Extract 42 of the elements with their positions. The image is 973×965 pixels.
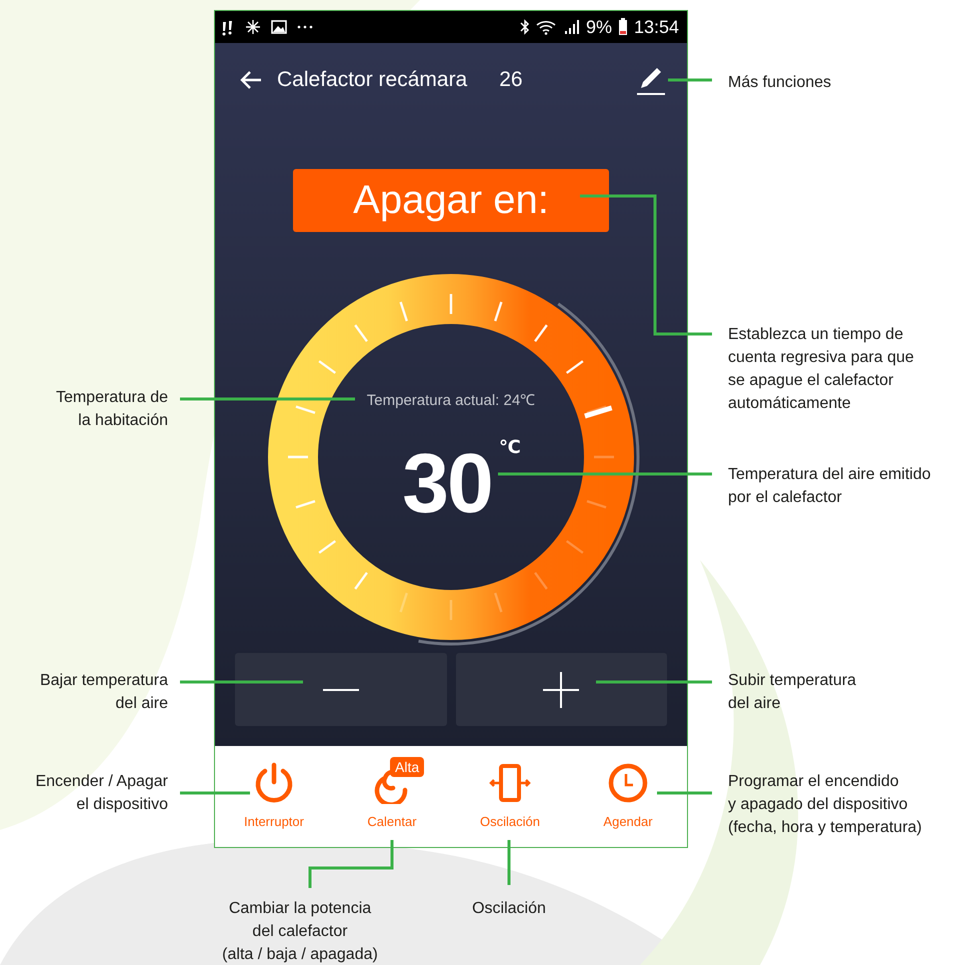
nav-item[interactable]: Interruptor — [215, 746, 333, 847]
increase-button[interactable] — [456, 653, 667, 726]
device-number: 26 — [499, 68, 523, 92]
nav-item[interactable]: Alta Calentar — [333, 746, 451, 847]
leader-line — [668, 78, 712, 82]
bluetooth-icon — [520, 19, 530, 35]
asterisk-icon — [245, 19, 261, 35]
annotation-text: Subir temperatura del aire — [728, 671, 856, 714]
oscillation-icon — [489, 762, 531, 804]
battery-icon — [618, 18, 628, 36]
image-icon — [271, 20, 287, 34]
annotation-text: Encender / Apagar el dispositivo — [35, 772, 168, 815]
temperature-dial-ring[interactable] — [268, 274, 640, 646]
annotation-text: Oscilación — [472, 899, 546, 919]
timer-button[interactable]: Apagar en: — [293, 169, 609, 232]
annotation-text: Bajar temperatura del aire — [40, 671, 168, 714]
wifi-icon — [536, 19, 558, 35]
leader-line — [180, 792, 250, 794]
more-dots-icon — [297, 25, 313, 29]
minus-icon — [322, 688, 359, 692]
target-temperature: 30 — [402, 436, 492, 530]
power-level-badge: Alta — [390, 757, 424, 777]
leader-line — [657, 792, 712, 794]
device-title: Calefactor recámara — [277, 68, 468, 92]
back-arrow-icon[interactable] — [239, 70, 263, 90]
leader-line — [508, 840, 510, 885]
annotation-text: Más funciones — [728, 73, 832, 93]
clock-time: 13:54 — [634, 16, 679, 38]
nav-item[interactable]: Oscilación — [451, 746, 569, 847]
signal-icon — [564, 19, 580, 35]
nav-item[interactable]: Agendar — [569, 746, 687, 847]
annotation-text: Programar el encendido y apagado del dispositivo (fecha, hora y temperatura) — [728, 772, 922, 838]
annotation-text: Temperatura del aire emitido por el calefactor — [728, 465, 931, 508]
clock-icon — [607, 762, 649, 804]
annotation-text: Temperatura de la habitación — [56, 388, 168, 431]
plus-icon — [543, 672, 580, 708]
current-temperature: Temperatura actual: 24℃ — [366, 392, 536, 409]
battery-percent: 9% — [586, 16, 612, 38]
annotation-text: Establezca un tiempo de cuenta regresiva para que se apague el calefactor automáticamente — [728, 325, 914, 414]
annotation-text: Cambiar la potencia del calefactor (alta / baja / apagada) — [222, 899, 378, 965]
temperature-unit: ℃ — [499, 437, 521, 458]
power-icon — [253, 762, 295, 804]
